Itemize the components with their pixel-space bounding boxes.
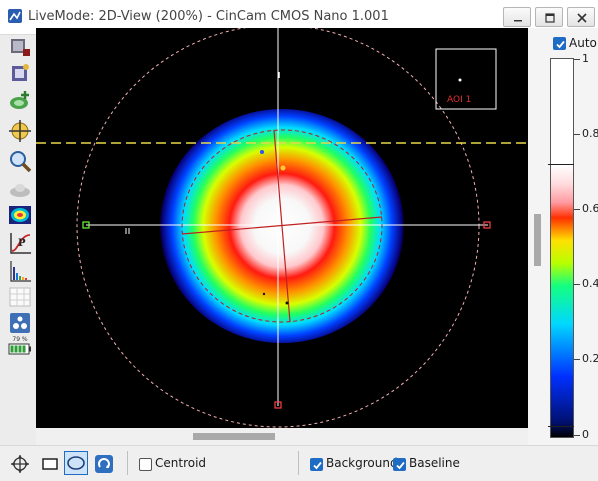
ellipse-aoi-icon	[67, 456, 85, 470]
check-icon	[313, 461, 322, 470]
centroid-label: Centroid	[155, 456, 207, 470]
tick-label: 1	[582, 52, 589, 65]
close-button[interactable]	[567, 7, 595, 27]
lower-level-marker[interactable]	[548, 426, 574, 427]
maximize-button[interactable]	[535, 7, 563, 27]
battery-indicator: 79 %	[8, 336, 32, 358]
rectangle-aoi-icon[interactable]	[40, 454, 60, 474]
vertical-scroll-thumb[interactable]	[534, 214, 541, 266]
app-icon	[8, 9, 22, 23]
upper-level-marker[interactable]	[548, 164, 574, 165]
ellipse-aoi-button[interactable]	[64, 451, 88, 475]
tick-label: 0.4	[582, 277, 598, 290]
check-icon	[556, 40, 565, 49]
beam-profile-icon[interactable]	[8, 203, 32, 227]
check-icon	[396, 461, 405, 470]
horizontal-scrollbar[interactable]	[36, 428, 528, 445]
color-scale	[550, 58, 574, 438]
minimize-icon	[514, 20, 522, 22]
tick-label: 0.2	[582, 352, 598, 365]
battery-icon	[8, 343, 31, 355]
move-crosshair-icon[interactable]	[10, 454, 30, 474]
window-title: LiveMode: 2D-View (200%) - CinCam CMOS N…	[28, 9, 389, 24]
colorbar-panel: Auto 1 0.8 0.6 0.4 0.2 0	[528, 28, 598, 448]
grid-icon[interactable]	[8, 285, 32, 309]
background-label: Background	[326, 456, 398, 470]
zoom-icon[interactable]	[8, 149, 32, 173]
tick-label: 0	[582, 428, 589, 441]
beam-view[interactable]: AOI 1	[36, 28, 528, 428]
tick-label: 0.8	[582, 127, 598, 140]
auto-checkbox[interactable]	[553, 37, 566, 50]
cloud-icon[interactable]	[8, 177, 32, 201]
baseline-checkbox[interactable]	[393, 458, 406, 471]
crosshair-move-icon[interactable]	[8, 119, 32, 143]
camera-icon[interactable]	[8, 35, 32, 59]
camera-settings-icon[interactable]	[8, 311, 32, 335]
minimize-button[interactable]	[503, 7, 531, 27]
aoi-label: AOI 1	[447, 95, 471, 105]
refresh-icon[interactable]	[94, 454, 114, 474]
battery-label: 79 %	[12, 336, 28, 343]
maximize-icon	[545, 13, 555, 23]
snapshot-icon[interactable]	[8, 61, 32, 85]
histogram-icon[interactable]	[8, 259, 32, 283]
close-icon	[577, 13, 587, 23]
auto-label: Auto	[569, 36, 597, 50]
tick-label: 0.6	[582, 202, 598, 215]
baseline-label: Baseline	[409, 456, 460, 470]
power-icon[interactable]: P	[8, 231, 32, 255]
svg-text:P: P	[18, 238, 26, 249]
background-checkbox[interactable]	[310, 458, 323, 471]
centroid-checkbox[interactable]	[139, 458, 152, 471]
horizontal-scroll-thumb[interactable]	[193, 433, 275, 440]
beam-image: AOI 1	[36, 28, 528, 428]
bottom-toolbar: Centroid Background Baseline	[0, 445, 598, 481]
left-toolbar: P 79 %	[0, 35, 36, 445]
beam-add-icon[interactable]	[8, 89, 32, 113]
